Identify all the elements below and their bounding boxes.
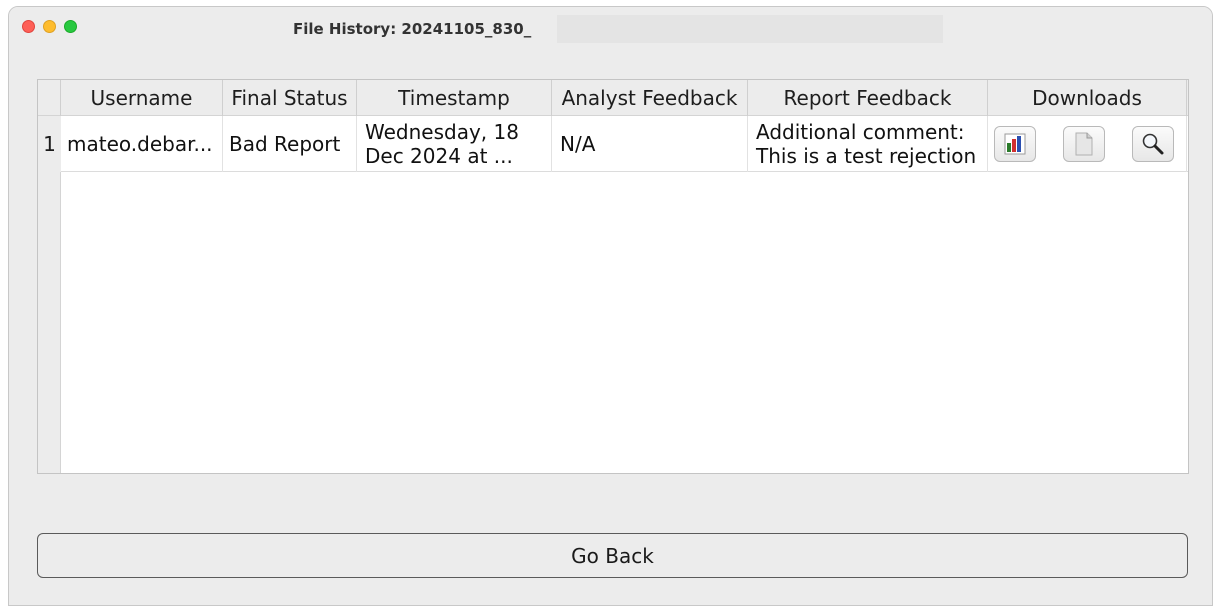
column-header-report-feedback[interactable]: Report Feedback [748,80,988,116]
close-window-button[interactable] [22,20,35,33]
history-table[interactable]: Username Final Status Timestamp Analyst … [37,79,1189,474]
column-header-downloads[interactable]: Downloads [988,80,1187,116]
title-bar: File History: 20241105_830_ [9,7,1212,45]
zoom-window-button[interactable] [64,20,77,33]
file-history-window: File History: 20241105_830_ Username Fin… [8,6,1213,606]
magnifier-icon [1142,133,1164,155]
document-icon [1075,132,1093,156]
table-header: Username Final Status Timestamp Analyst … [38,80,1188,116]
go-back-button[interactable]: Go Back [37,533,1188,578]
cell-timestamp[interactable]: Wednesday, 18 Dec 2024 at ... [357,116,552,172]
download-document-button[interactable] [1063,126,1105,162]
minimize-window-button[interactable] [43,20,56,33]
column-header-final-status[interactable]: Final Status [223,80,357,116]
cell-analyst-feedback[interactable]: N/A [552,116,748,172]
cell-downloads [988,116,1187,172]
column-header-analyst-feedback[interactable]: Analyst Feedback [552,80,748,116]
view-report-button[interactable] [1132,126,1174,162]
row-number[interactable]: 1 [38,116,61,172]
table-row[interactable]: 1 mateo.debar... Bad Report Wednesday, 1… [38,116,1188,172]
column-header-timestamp[interactable]: Timestamp [357,80,552,116]
title-redaction [557,15,943,43]
corner-cell[interactable] [38,80,61,116]
window-title: File History: 20241105_830_ [293,20,532,38]
download-chart-button[interactable] [994,126,1036,162]
cell-report-feedback[interactable]: Additional comment: This is a test rejec… [748,116,988,172]
cell-username[interactable]: mateo.debar... [61,116,223,172]
bar-chart-icon [1004,133,1026,155]
column-header-username[interactable]: Username [61,80,223,116]
cell-final-status[interactable]: Bad Report [223,116,357,172]
